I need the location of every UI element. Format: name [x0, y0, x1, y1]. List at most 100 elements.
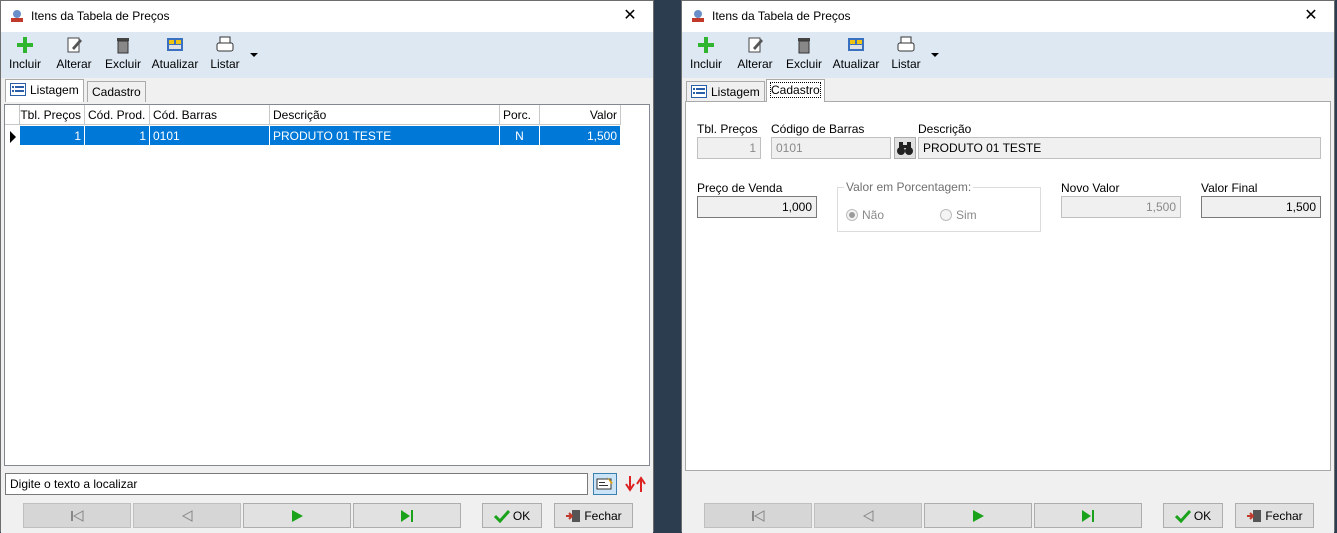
- fechar-label: Fechar: [1265, 509, 1303, 523]
- navigation-bar: OK Fechar: [1, 499, 653, 533]
- ok-label: OK: [1193, 509, 1212, 523]
- table-row[interactable]: 1 1 0101 PRODUTO 01 TESTE N 1,500: [5, 126, 621, 146]
- edit-icon: [748, 37, 763, 53]
- first-record-button[interactable]: [704, 503, 812, 528]
- incluir-label: Incluir: [8, 57, 41, 71]
- cell-cod-barras[interactable]: 0101: [150, 126, 270, 145]
- col-valor[interactable]: Valor: [540, 105, 621, 125]
- radio-nao-label: Não: [862, 208, 885, 222]
- navigation-bar: OK Fechar: [682, 499, 1334, 533]
- excluir-label: Excluir: [785, 57, 822, 71]
- tbl-precos-field[interactable]: 1: [697, 137, 761, 159]
- atualizar-button[interactable]: Atualizar: [149, 36, 201, 76]
- last-record-button[interactable]: [1034, 503, 1142, 528]
- printer-icon: [216, 36, 234, 52]
- tab-listagem-label: Listagem: [711, 85, 760, 99]
- fechar-button[interactable]: Fechar: [1235, 503, 1314, 528]
- search-barcode-button[interactable]: [894, 137, 916, 159]
- sort-button[interactable]: [623, 474, 649, 494]
- search-input[interactable]: Digite o texto a localizar: [5, 473, 588, 495]
- close-icon[interactable]: ✕: [607, 1, 653, 32]
- list-icon: [691, 85, 707, 98]
- next-record-button[interactable]: [924, 503, 1032, 528]
- chevron-down-icon[interactable]: [930, 50, 940, 60]
- valor-porcentagem-group: Valor em Porcentagem: Não Sim: [837, 180, 1041, 232]
- col-cod-prod[interactable]: Cód. Prod.: [85, 105, 150, 125]
- atualizar-label: Atualizar: [151, 57, 199, 71]
- novo-valor-label: Novo Valor: [1061, 181, 1120, 195]
- atualizar-label: Atualizar: [832, 57, 880, 71]
- next-record-button[interactable]: [243, 503, 351, 528]
- exit-door-icon: [1247, 510, 1262, 522]
- title-bar: Itens da Tabela de Preços ✕: [1, 1, 653, 32]
- tab-cadastro-label: Cadastro: [92, 85, 141, 99]
- col-porc[interactable]: Porc.: [500, 105, 540, 125]
- chevron-down-icon[interactable]: [249, 50, 259, 60]
- cell-porc[interactable]: N: [500, 126, 540, 145]
- col-tbl-precos[interactable]: Tbl. Preços: [20, 105, 85, 125]
- tbl-precos-label: Tbl. Preços: [697, 122, 758, 136]
- listar-button[interactable]: Listar: [207, 36, 243, 76]
- cell-cod-prod[interactable]: 1: [85, 126, 150, 145]
- find-button[interactable]: [593, 473, 617, 495]
- refresh-grid-icon: [167, 38, 183, 51]
- toolbar: Incluir Alterar Excluir Atualizar Listar: [682, 32, 1334, 78]
- last-record-button[interactable]: [353, 503, 461, 528]
- plus-icon: [17, 37, 33, 53]
- excluir-button[interactable]: Excluir: [102, 36, 144, 76]
- atualizar-button[interactable]: Atualizar: [830, 36, 882, 76]
- first-record-button[interactable]: [23, 503, 131, 528]
- fechar-label: Fechar: [584, 509, 622, 523]
- codigo-barras-field[interactable]: 0101: [771, 137, 891, 159]
- tab-cadastro[interactable]: Cadastro: [87, 81, 146, 102]
- list-icon: [10, 83, 26, 96]
- radio-sim-label: Sim: [956, 208, 977, 222]
- app-icon: [692, 10, 704, 22]
- toolbar: Incluir Alterar Excluir Atualizar Listar: [1, 32, 653, 78]
- refresh-grid-icon: [848, 38, 864, 51]
- cell-tbl-precos[interactable]: 1: [20, 126, 85, 145]
- radio-nao[interactable]: Não: [846, 208, 884, 222]
- close-icon[interactable]: ✕: [1288, 1, 1334, 32]
- items-grid[interactable]: Tbl. Preços Cód. Prod. Cód. Barras Descr…: [4, 104, 650, 466]
- tab-cadastro[interactable]: Cadastro: [766, 79, 825, 102]
- alterar-button[interactable]: Alterar: [734, 36, 776, 76]
- ok-button[interactable]: OK: [482, 503, 542, 528]
- col-cod-barras[interactable]: Cód. Barras: [150, 105, 270, 125]
- previous-icon: [181, 510, 193, 522]
- ok-button[interactable]: OK: [1163, 503, 1223, 528]
- previous-icon: [862, 510, 874, 522]
- col-descricao[interactable]: Descrição: [270, 105, 500, 125]
- descricao-field[interactable]: PRODUTO 01 TESTE: [918, 137, 1321, 159]
- cell-valor[interactable]: 1,500: [540, 126, 621, 145]
- price-table-items-window-cadastro: Itens da Tabela de Preços ✕ Incluir Alte…: [681, 0, 1335, 533]
- alterar-button[interactable]: Alterar: [53, 36, 95, 76]
- listar-button[interactable]: Listar: [888, 36, 924, 76]
- alterar-label: Alterar: [737, 57, 773, 71]
- radio-sim[interactable]: Sim: [940, 208, 977, 222]
- incluir-button[interactable]: Incluir: [7, 36, 43, 76]
- alterar-label: Alterar: [56, 57, 92, 71]
- checkmark-icon: [493, 509, 510, 524]
- fechar-button[interactable]: Fechar: [554, 503, 633, 528]
- previous-record-button[interactable]: [133, 503, 241, 528]
- tab-listagem[interactable]: Listagem: [5, 79, 84, 102]
- last-icon: [1082, 510, 1094, 522]
- valor-final-field[interactable]: 1,500: [1201, 196, 1321, 218]
- ok-label: OK: [512, 509, 531, 523]
- excluir-button[interactable]: Excluir: [783, 36, 825, 76]
- edit-icon: [67, 37, 82, 53]
- last-icon: [401, 510, 413, 522]
- radio-unchecked-icon: [940, 209, 952, 221]
- incluir-button[interactable]: Incluir: [688, 36, 724, 76]
- next-icon: [292, 510, 303, 522]
- cadastro-panel: Tbl. Preços 1 Código de Barras 0101 Desc…: [685, 101, 1331, 471]
- first-icon: [752, 510, 765, 522]
- previous-record-button[interactable]: [814, 503, 922, 528]
- novo-valor-field[interactable]: 1,500: [1061, 196, 1181, 218]
- binoculars-icon: [897, 142, 913, 155]
- cell-descricao[interactable]: PRODUTO 01 TESTE: [270, 126, 500, 145]
- preco-venda-field[interactable]: 1,000: [697, 196, 817, 218]
- plus-icon: [698, 37, 714, 53]
- tab-listagem[interactable]: Listagem: [686, 81, 765, 102]
